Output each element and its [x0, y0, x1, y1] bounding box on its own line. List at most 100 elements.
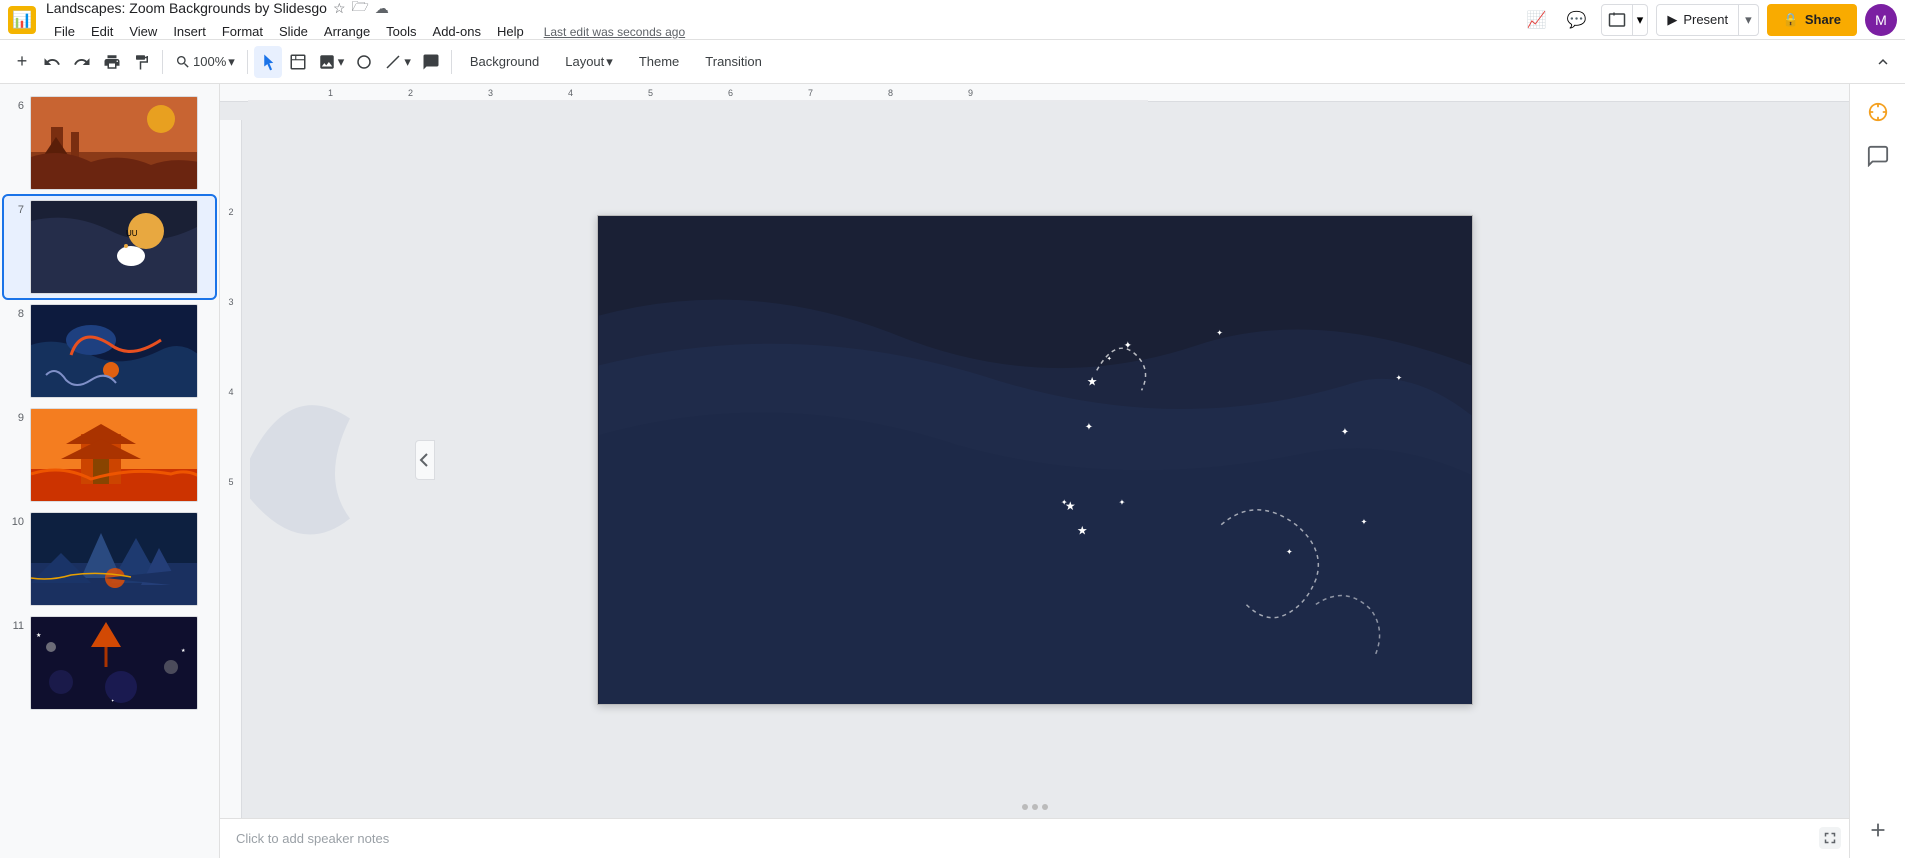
ruler-horizontal: 1 2 3 4 5 6 7 8 9 [220, 84, 1849, 102]
slideshow-btn-area: ▾ [1601, 4, 1649, 36]
svg-text:✦: ✦ [1123, 340, 1131, 351]
slide-number-7: 7 [8, 204, 24, 216]
paint-format-button[interactable] [128, 46, 156, 78]
svg-text:✦: ✦ [1360, 518, 1367, 527]
top-right-controls: 📈 💬 ▾ ▶ Present ▾ 🔒 🔒 Share Share M [1521, 4, 1897, 36]
slide-preview-9 [30, 408, 198, 502]
slideshow-dropdown[interactable]: ▾ [1633, 12, 1648, 28]
zoom-button[interactable]: 100% ▾ [169, 46, 241, 78]
notes-area[interactable]: Click to add speaker notes [220, 818, 1849, 858]
divider-1 [162, 50, 163, 74]
slide-thumb-11[interactable]: 11 ★ ★ ✦ [4, 612, 215, 714]
title-bar: 📊 Landscapes: Zoom Backgrounds by Slides… [0, 0, 1905, 40]
comments-icon[interactable]: 💬 [1561, 4, 1593, 36]
slide-preview-11: ★ ★ ✦ [30, 616, 198, 710]
app-icon[interactable]: 📊 [8, 6, 36, 34]
svg-text:7: 7 [808, 88, 813, 98]
slide-preview-6 [30, 96, 198, 190]
undo-button[interactable] [38, 46, 66, 78]
collapse-sidebar-button[interactable] [415, 440, 435, 480]
fullscreen-button[interactable] [1819, 827, 1841, 852]
slide-preview-7: UU [30, 200, 198, 294]
comment-tool[interactable] [417, 46, 445, 78]
svg-text:✦: ✦ [1340, 427, 1348, 438]
save-status: Last edit was seconds ago [544, 25, 685, 39]
folder-icon[interactable]: 🗁 [352, 0, 369, 20]
slide-number-8: 8 [8, 308, 24, 320]
svg-text:2: 2 [228, 207, 233, 217]
svg-text:★: ★ [181, 648, 186, 654]
select-tool[interactable] [254, 46, 282, 78]
chat-icon[interactable] [1858, 136, 1898, 176]
slide-preview-8 [30, 304, 198, 398]
svg-text:1: 1 [328, 88, 333, 98]
svg-text:✦: ✦ [1216, 329, 1223, 338]
slides-panel: 6 7 [0, 84, 220, 858]
print-button[interactable] [98, 46, 126, 78]
slide-thumb-7[interactable]: 7 UU [4, 196, 215, 298]
svg-text:3: 3 [228, 297, 233, 307]
svg-text:UU: UU [126, 229, 138, 238]
right-panel [1849, 84, 1905, 858]
svg-text:✦: ✦ [1118, 498, 1125, 507]
slide-preview-10 [30, 512, 198, 606]
theme-button[interactable]: Theme [627, 50, 691, 73]
svg-text:4: 4 [228, 387, 233, 397]
slide-number-11: 11 [8, 620, 24, 632]
notes-placeholder: Click to add speaker notes [236, 831, 389, 846]
slideshow-icon-btn[interactable] [1602, 11, 1632, 29]
slide-number-6: 6 [8, 100, 24, 112]
svg-text:★: ★ [36, 632, 41, 639]
svg-text:3: 3 [488, 88, 493, 98]
svg-text:8: 8 [888, 88, 893, 98]
present-dropdown[interactable]: ▾ [1739, 12, 1758, 28]
slide-resize-handle[interactable] [1022, 804, 1048, 810]
slide-thumb-8[interactable]: 8 [4, 300, 215, 402]
redo-button[interactable] [68, 46, 96, 78]
slide-number-10: 10 [8, 516, 24, 528]
document-title[interactable]: Landscapes: Zoom Backgrounds by Slidesgo [46, 0, 327, 16]
star-icon[interactable]: ☆ [333, 0, 346, 17]
line-tool[interactable]: ▾ [380, 46, 415, 78]
slide-thumb-10[interactable]: 10 [4, 508, 215, 610]
svg-text:✦: ✦ [1060, 498, 1067, 507]
svg-text:5: 5 [648, 88, 653, 98]
present-button-area: ▶ Present ▾ [1656, 4, 1758, 36]
slide-thumb-6[interactable]: 6 [4, 92, 215, 194]
divider-3 [451, 50, 452, 74]
ruler-vertical: 2 3 4 5 [220, 120, 242, 818]
lock-icon: 🔒 [1783, 12, 1799, 28]
cloud-icon[interactable]: ☁ [375, 0, 389, 17]
background-button[interactable]: Background [458, 50, 551, 73]
canvas-area: 1 2 3 4 5 6 7 8 9 [220, 84, 1849, 858]
svg-text:4: 4 [568, 88, 573, 98]
svg-text:5: 5 [228, 477, 233, 487]
svg-text:6: 6 [728, 88, 733, 98]
explore-icon[interactable] [1858, 92, 1898, 132]
user-avatar[interactable]: M [1865, 4, 1897, 36]
share-button[interactable]: 🔒 🔒 Share Share [1767, 4, 1857, 36]
svg-text:✦: ✦ [1285, 548, 1292, 557]
shape-tool[interactable] [350, 46, 378, 78]
frame-tool[interactable] [284, 46, 312, 78]
slide-thumb-9[interactable]: 9 [4, 404, 215, 506]
svg-text:★: ★ [1086, 374, 1097, 388]
add-icon[interactable] [1858, 810, 1898, 850]
layout-button[interactable]: Layout ▾ [553, 50, 625, 74]
slide-canvas[interactable]: ★ ✦ ✦ ✦ ✦ ✦ ★ ✦ ✦ ✦ ★ ✦ [597, 215, 1473, 705]
svg-text:✦: ✦ [1395, 373, 1402, 382]
add-button[interactable]: + [8, 46, 36, 78]
svg-text:✦: ✦ [1084, 422, 1092, 433]
slide-number-9: 9 [8, 412, 24, 424]
main-area: 6 7 [0, 84, 1905, 858]
collapse-toolbar-button[interactable] [1869, 46, 1897, 78]
svg-text:9: 9 [968, 88, 973, 98]
ruler-svg: 1 2 3 4 5 6 7 8 9 [248, 84, 1148, 102]
image-tool[interactable]: ▾ [314, 46, 349, 78]
analytics-icon[interactable]: 📈 [1521, 4, 1553, 36]
divider-2 [247, 50, 248, 74]
transition-button[interactable]: Transition [693, 50, 774, 73]
slide-canvas-wrapper[interactable]: ★ ✦ ✦ ✦ ✦ ✦ ★ ✦ ✦ ✦ ★ ✦ [220, 102, 1849, 818]
present-button[interactable]: ▶ Present [1657, 12, 1738, 28]
svg-text:2: 2 [408, 88, 413, 98]
